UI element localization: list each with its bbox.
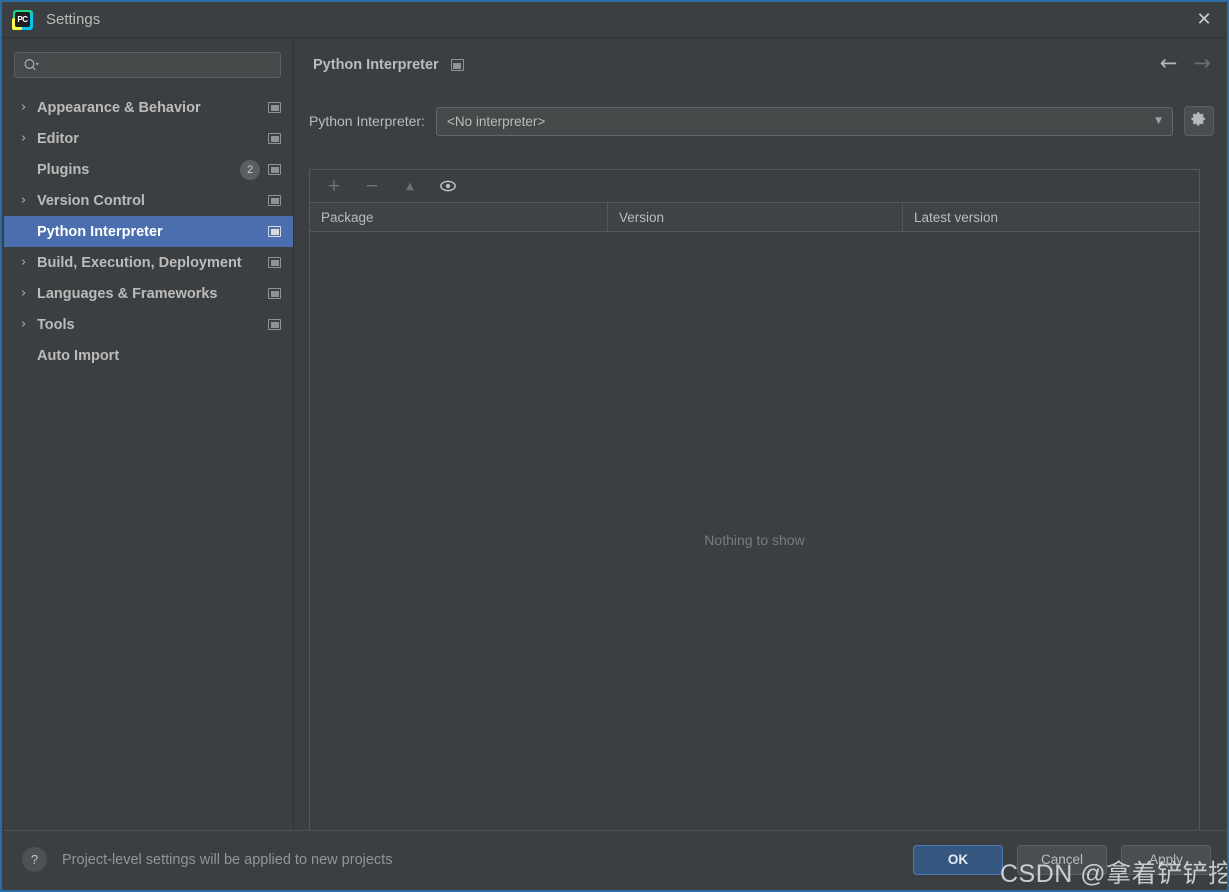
- packages-toolbar: + − ▲: [310, 170, 1199, 203]
- dialog-buttons: OK Cancel Apply: [913, 844, 1211, 875]
- sidebar-item-build-execution-deployment[interactable]: › Build, Execution, Deployment: [4, 247, 293, 278]
- project-scope-icon: [268, 164, 281, 175]
- column-header-package[interactable]: Package: [310, 203, 608, 231]
- sidebar-item-label: Auto Import: [37, 347, 120, 364]
- sidebar-item-label: Version Control: [37, 192, 145, 209]
- chevron-right-icon[interactable]: ›: [21, 287, 37, 300]
- project-scope-icon: [268, 133, 281, 144]
- main-header: Python Interpreter ← →: [295, 39, 1227, 91]
- search-box[interactable]: [14, 52, 281, 78]
- forward-arrow-icon[interactable]: →: [1193, 53, 1211, 74]
- main-panel: Python Interpreter ← → Python Interprete…: [295, 39, 1227, 849]
- interpreter-dropdown[interactable]: <No interpreter> ▼: [435, 106, 1173, 136]
- chevron-right-icon[interactable]: ›: [21, 132, 37, 145]
- navigation-arrows: ← →: [1160, 53, 1211, 74]
- eye-icon: [440, 180, 456, 192]
- sidebar-item-auto-import[interactable]: Auto Import: [4, 340, 293, 371]
- search-input[interactable]: [43, 58, 274, 72]
- project-scope-icon: [268, 102, 281, 113]
- ok-button[interactable]: OK: [913, 844, 1003, 875]
- project-scope-icon: [268, 195, 281, 206]
- back-arrow-icon[interactable]: ←: [1160, 53, 1178, 74]
- add-package-button[interactable]: +: [324, 176, 344, 196]
- chevron-right-icon[interactable]: ›: [21, 318, 37, 331]
- sidebar-item-label: Build, Execution, Deployment: [37, 254, 242, 271]
- help-icon[interactable]: ?: [22, 847, 47, 872]
- packages-table-header: Package Version Latest version: [310, 203, 1199, 232]
- settings-tree: › Appearance & Behavior › Editor Plugins 2 › Ve…: [4, 92, 293, 371]
- sidebar-item-editor[interactable]: › Editor: [4, 123, 293, 154]
- project-scope-icon: [268, 226, 281, 237]
- sidebar-item-python-interpreter[interactable]: Python Interpreter: [4, 216, 293, 247]
- project-scope-icon: [268, 257, 281, 268]
- search-icon: [23, 58, 39, 72]
- show-early-releases-button[interactable]: [438, 176, 458, 196]
- dialog-footer: ? Project-level settings will be applied…: [4, 830, 1227, 888]
- sidebar-item-plugins[interactable]: Plugins 2: [4, 154, 293, 185]
- sidebar-item-label: Plugins: [37, 161, 90, 178]
- packages-table-body: Nothing to show: [310, 232, 1199, 848]
- interpreter-row: Python Interpreter: <No interpreter> ▼: [309, 99, 1214, 143]
- chevron-right-icon[interactable]: ›: [21, 101, 37, 114]
- sidebar-item-languages-frameworks[interactable]: › Languages & Frameworks: [4, 278, 293, 309]
- footer-note: Project-level settings will be applied t…: [62, 851, 393, 868]
- chevron-right-icon[interactable]: ›: [21, 194, 37, 207]
- remove-package-button[interactable]: −: [362, 176, 382, 196]
- interpreter-settings-button[interactable]: [1184, 106, 1214, 136]
- sidebar-item-appearance-behavior[interactable]: › Appearance & Behavior: [4, 92, 293, 123]
- interpreter-label: Python Interpreter:: [309, 113, 425, 129]
- settings-sidebar: › Appearance & Behavior › Editor Plugins 2 › Ve…: [4, 39, 294, 834]
- project-scope-icon: [450, 59, 464, 71]
- interpreter-value: <No interpreter>: [446, 113, 546, 129]
- sidebar-item-label: Tools: [37, 316, 75, 333]
- sidebar-item-version-control[interactable]: › Version Control: [4, 185, 293, 216]
- packages-panel: + − ▲ Package Version Latest version Nothing…: [309, 169, 1200, 849]
- chevron-down-icon: ▼: [1155, 116, 1162, 126]
- sidebar-item-label: Languages & Frameworks: [37, 285, 218, 302]
- sidebar-item-label: Editor: [37, 130, 79, 147]
- page-title: Python Interpreter: [313, 57, 439, 73]
- title-bar: PC Settings ✕: [2, 2, 1227, 38]
- project-scope-icon: [268, 288, 281, 299]
- sidebar-item-label: Python Interpreter: [37, 223, 163, 240]
- pycharm-logo-icon: PC: [12, 9, 34, 31]
- window-title: Settings: [46, 11, 101, 28]
- sidebar-item-label: Appearance & Behavior: [37, 99, 201, 116]
- close-icon[interactable]: ✕: [1181, 2, 1227, 37]
- cancel-button[interactable]: Cancel: [1017, 844, 1107, 875]
- chevron-right-icon[interactable]: ›: [21, 256, 37, 269]
- sidebar-item-tools[interactable]: › Tools: [4, 309, 293, 340]
- logo-text: PC: [15, 11, 30, 27]
- column-header-version[interactable]: Version: [608, 203, 903, 231]
- gear-icon: [1191, 111, 1207, 131]
- plugins-update-badge: 2: [240, 159, 260, 180]
- apply-button[interactable]: Apply: [1121, 844, 1211, 875]
- settings-dialog-window: PC Settings ✕ › Appearance & Behavior › Edi…: [0, 0, 1229, 892]
- upgrade-package-button[interactable]: ▲: [400, 176, 420, 196]
- column-header-latest-version[interactable]: Latest version: [903, 203, 1199, 231]
- project-scope-icon: [268, 319, 281, 330]
- empty-state-label: Nothing to show: [704, 532, 805, 548]
